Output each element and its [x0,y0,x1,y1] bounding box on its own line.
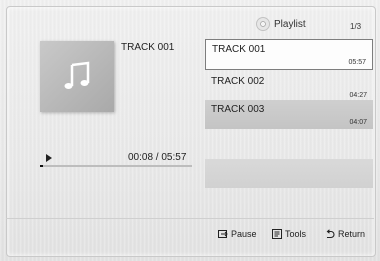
track-title: TRACK 002 [211,76,265,87]
pause-key-icon [218,230,228,238]
playlist-item[interactable]: TRACK 001 05:57 [205,39,373,70]
tools-label: Tools [285,229,307,239]
info-panel [205,159,373,188]
return-button[interactable]: Return [325,229,365,239]
progress-bar[interactable] [40,165,192,167]
track-duration: 04:27 [349,92,367,99]
album-art [40,41,114,112]
play-icon [46,154,52,162]
progress-fill [40,165,44,167]
playlist-item[interactable]: TRACK 002 04:27 [205,72,373,102]
track-title: TRACK 003 [211,104,265,115]
tools-button[interactable]: Tools [272,229,306,239]
disc-icon [256,17,270,31]
track-duration: 05:57 [348,59,366,66]
return-label: Return [338,229,366,239]
playlist-header: Playlist [256,17,306,31]
playback-time: 00:08 / 05:57 [128,152,187,163]
pause-label: Pause [231,229,257,239]
music-note-icon [64,61,90,89]
tools-icon [272,229,282,239]
playlist-title: Playlist [274,18,306,30]
now-playing-title: TRACK 001 [121,42,175,53]
track-title: TRACK 001 [212,44,266,55]
playlist-item[interactable]: TRACK 003 04:07 [205,100,373,129]
pause-button[interactable]: Pause [218,229,257,239]
return-icon [326,229,335,239]
track-duration: 04:07 [349,119,367,126]
footer-divider [6,218,374,219]
playlist-counter: 1/3 [350,22,362,31]
